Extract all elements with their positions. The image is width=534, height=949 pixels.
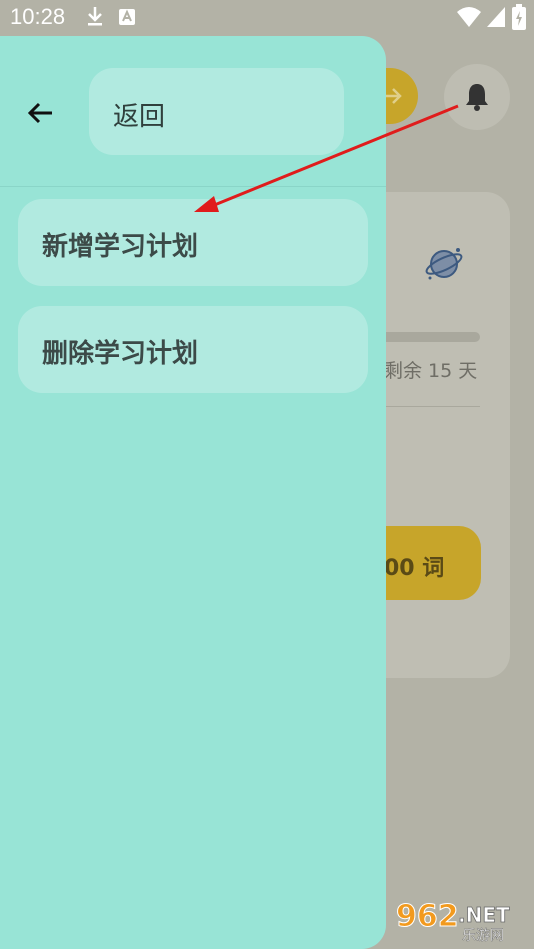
watermark-subtitle: 乐游网 — [462, 928, 504, 944]
notification-bell-button[interactable] — [444, 64, 510, 130]
watermark-brand: 962 — [396, 899, 459, 934]
add-study-plan-button[interactable]: 新增学习计划 — [18, 199, 368, 286]
navigation-drawer: 返回 新增学习计划 删除学习计划 — [0, 36, 386, 949]
menu-item-label: 删除学习计划 — [42, 339, 199, 369]
status-time: 10:28 — [10, 4, 66, 29]
days-remaining: 剩余 15 天 — [384, 360, 478, 382]
download-icon — [88, 7, 102, 26]
planet-icon — [425, 248, 463, 280]
bell-icon — [466, 84, 488, 111]
delete-study-plan-button[interactable]: 删除学习计划 — [18, 306, 368, 393]
back-button[interactable]: 返回 — [89, 68, 344, 155]
wifi-icon — [457, 7, 481, 27]
watermark-logo: 962 .NET 乐游网 — [392, 896, 528, 945]
back-arrow-icon[interactable] — [26, 98, 56, 128]
status-bar: 10:28 — [0, 0, 534, 36]
drawer-divider — [0, 186, 386, 187]
back-label: 返回 — [113, 102, 166, 132]
menu-item-label: 新增学习计划 — [42, 232, 199, 262]
word-count-label: 00 词 — [384, 556, 445, 581]
signal-icon — [487, 7, 505, 27]
watermark-suffix: .NET — [458, 903, 510, 927]
app-notification-icon — [119, 9, 135, 25]
card-divider — [380, 406, 480, 407]
progress-track — [380, 332, 480, 342]
battery-charging-icon — [512, 4, 526, 30]
